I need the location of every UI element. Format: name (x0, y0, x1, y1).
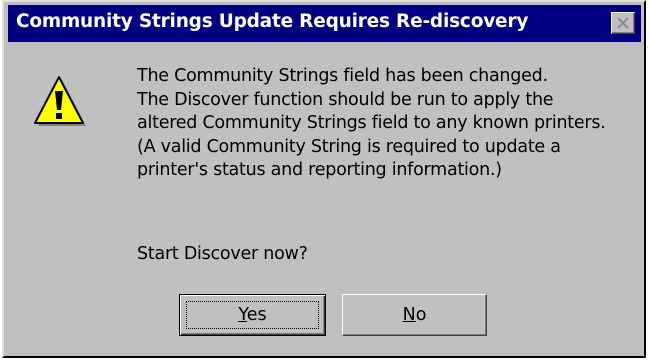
title-bar[interactable]: Community Strings Update Requires Re-dis… (8, 5, 641, 42)
warning-icon (34, 76, 86, 126)
message-line: altered Community Strings field to any k… (137, 113, 606, 133)
dialog-title: Community Strings Update Requires Re-dis… (16, 11, 529, 32)
prompt-text: Start Discover now? (137, 244, 308, 264)
no-button-label: No (403, 305, 427, 325)
message-line: The Community Strings field has been cha… (137, 66, 548, 86)
message-dialog: Community Strings Update Requires Re-dis… (2, 0, 646, 358)
yes-button[interactable]: Yes (179, 294, 326, 336)
message-text: The Community Strings field has been cha… (137, 65, 637, 183)
yes-button-label: Yes (238, 305, 266, 325)
message-line: printer's status and reporting informati… (137, 160, 502, 180)
message-line: The Discover function should be run to a… (137, 89, 554, 110)
yes-label-rest: es (246, 305, 267, 325)
message-line: (A valid Community String is required to… (137, 136, 561, 157)
no-mnemonic: N (402, 305, 416, 325)
no-label-rest: o (415, 305, 427, 325)
close-button[interactable] (611, 12, 635, 34)
no-button[interactable]: No (342, 294, 487, 336)
close-icon (617, 17, 629, 29)
yes-mnemonic: Y (238, 305, 247, 325)
